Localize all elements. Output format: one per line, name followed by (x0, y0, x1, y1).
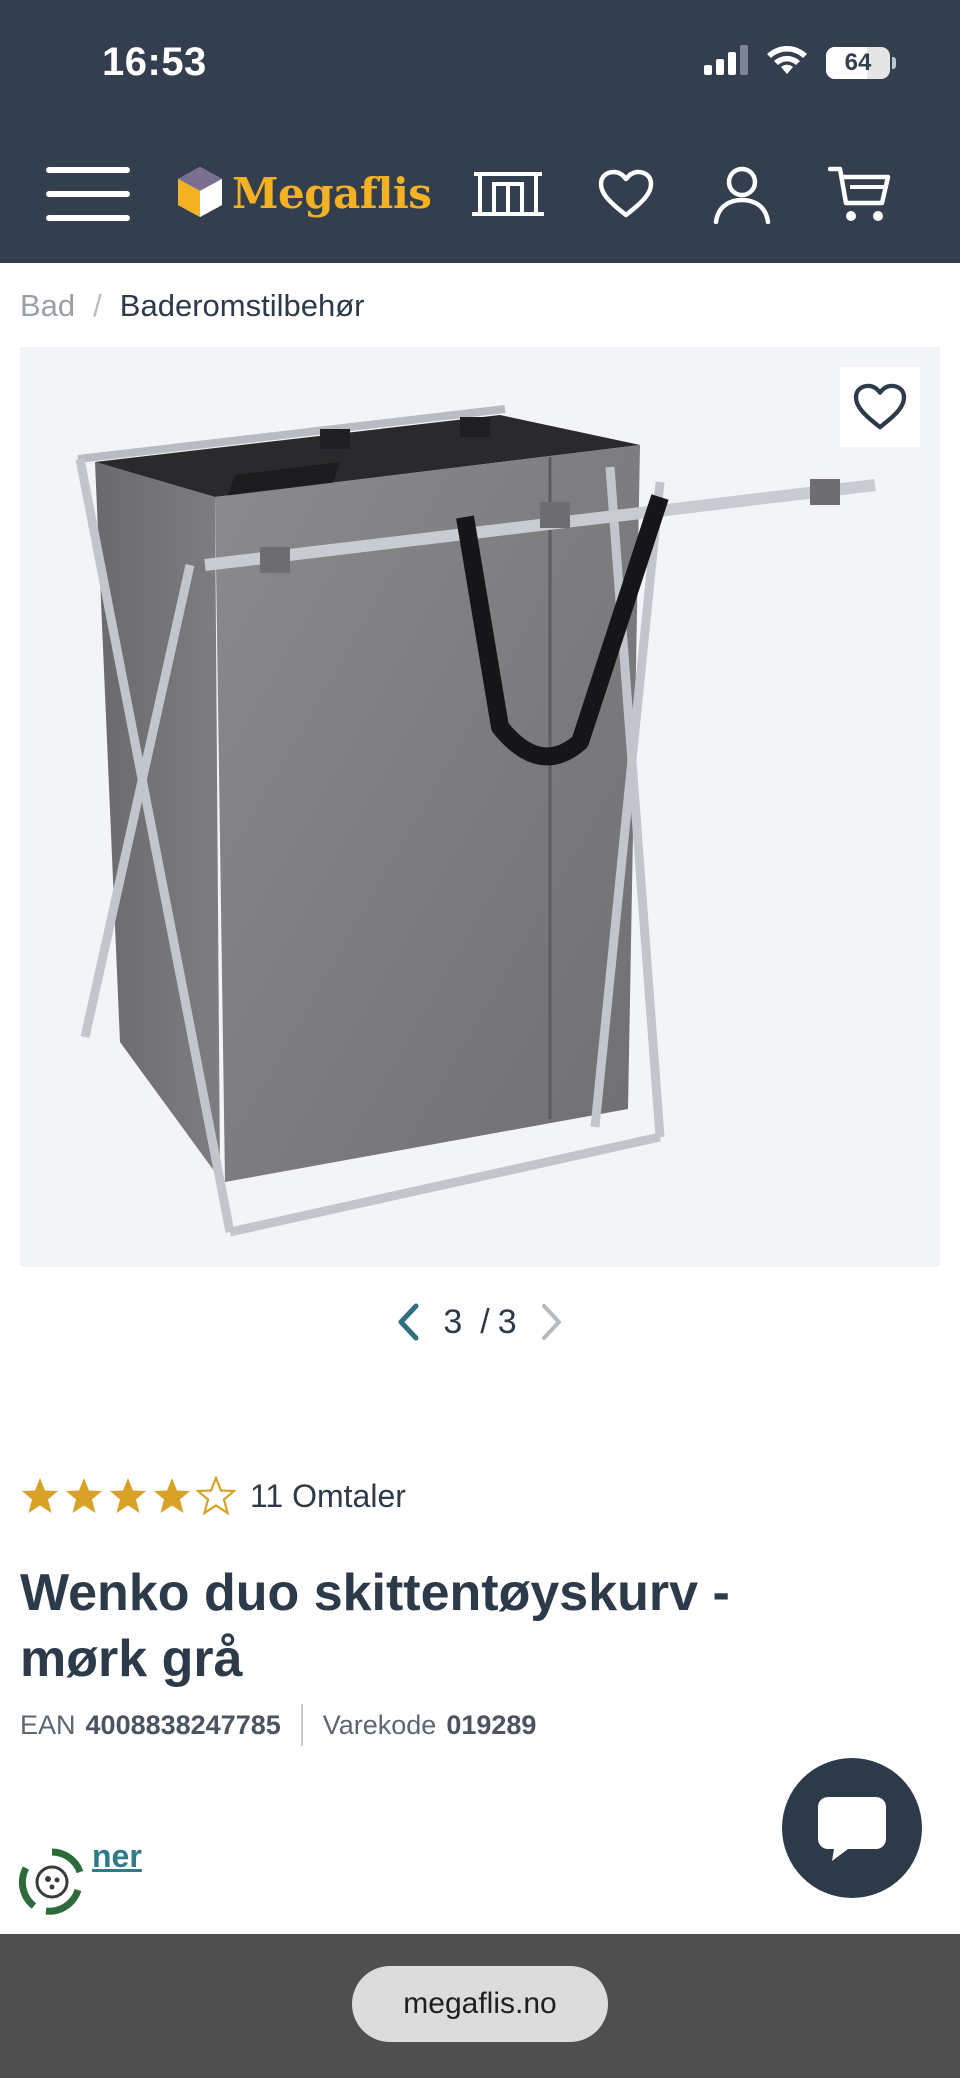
heart-icon (853, 383, 907, 430)
browser-bottom-bar: megaflis.no (0, 1934, 960, 2078)
status-time: 16:53 (102, 40, 207, 84)
user-icon (713, 166, 771, 224)
pager-current: 3 (443, 1302, 463, 1341)
logo-cube-icon (178, 167, 222, 217)
product-title: Wenko duo skittentøyskurv - mørk grå (20, 1564, 730, 1688)
chat-bubble-icon (818, 1797, 886, 1861)
breadcrumb-separator: / (93, 288, 102, 323)
breadcrumb-current[interactable]: Baderomstilbehør (120, 288, 365, 324)
pager-separator: / (480, 1302, 490, 1341)
chevron-right-icon (541, 1304, 561, 1340)
breadcrumb: Bad / Baderomstilbehør (20, 288, 364, 324)
cart-icon (828, 166, 891, 221)
account-button[interactable] (702, 159, 782, 229)
wifi-icon (766, 44, 808, 81)
address-bar[interactable]: megaflis.no (352, 1966, 608, 2042)
site-header: Megaflis (0, 125, 960, 263)
wishlist-button[interactable] (586, 159, 666, 229)
cart-button[interactable] (820, 159, 900, 229)
breadcrumb-home[interactable]: Bad (20, 288, 75, 324)
status-icons: 64 (704, 44, 896, 81)
battery-level: 64 (844, 48, 872, 76)
logo-text: Megaflis (232, 168, 432, 218)
star-filled-icon (66, 1478, 102, 1513)
star-filled-icon (154, 1478, 190, 1513)
product-image (75, 405, 876, 1237)
heart-icon (598, 169, 654, 218)
next-image-button[interactable] (535, 1300, 569, 1344)
status-bar: 16:53 64 (0, 0, 960, 125)
signal-icon (704, 45, 748, 80)
product-codes: EAN 4008838247785 Varekode 019289 (20, 1704, 536, 1746)
star-empty-icon (196, 1476, 236, 1516)
logo[interactable]: Megaflis (176, 155, 432, 231)
menu-button[interactable] (46, 161, 130, 227)
sku-value: 019289 (446, 1709, 537, 1740)
sku-label: Varekode (322, 1709, 437, 1740)
ean-value: 4008838247785 (85, 1709, 281, 1740)
battery-icon: 64 (826, 46, 896, 79)
reviews-link[interactable]: 11 Omtaler (250, 1478, 406, 1515)
divider (300, 1704, 303, 1746)
chat-button[interactable] (782, 1758, 922, 1898)
ean-label: EAN (20, 1709, 76, 1740)
previous-image-button[interactable] (391, 1300, 425, 1344)
pager-total: 3 (497, 1302, 517, 1341)
gallery-pager: 3 / 3 (0, 1300, 960, 1344)
recycle-badge-icon[interactable] (16, 1846, 88, 1918)
favorite-button[interactable] (840, 367, 920, 447)
product-image-gallery[interactable] (20, 347, 940, 1267)
showroom-icon (472, 172, 544, 216)
showroom-button[interactable] (468, 159, 548, 229)
star-filled-icon (110, 1478, 146, 1513)
eco-info-link[interactable]: ner (92, 1838, 142, 1875)
chevron-left-icon (398, 1303, 419, 1341)
menu-icon (46, 167, 130, 173)
product-rating: 11 Omtaler (20, 1476, 406, 1516)
star-filled-icon (22, 1478, 58, 1513)
star-rating (20, 1476, 236, 1516)
